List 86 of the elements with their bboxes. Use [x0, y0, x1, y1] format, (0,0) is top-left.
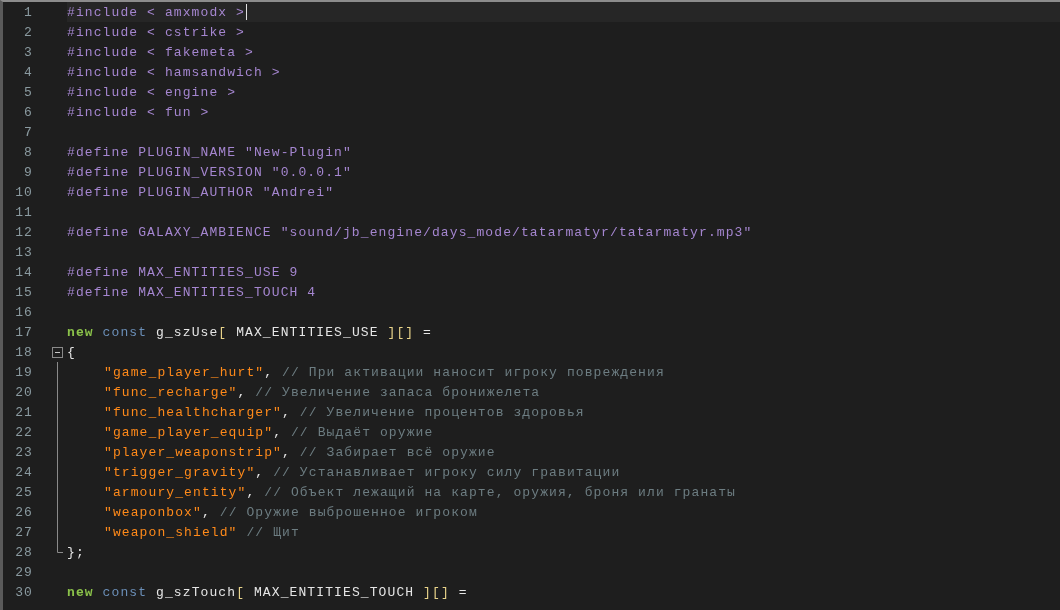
- preprocessor-directive: #define MAX_ENTITIES_TOUCH 4: [67, 284, 317, 300]
- bracket: ][]: [423, 584, 450, 600]
- line-number: 29: [14, 564, 33, 580]
- line-number: 18: [14, 344, 33, 360]
- code-comment: // Увеличение запаса бронижелета: [254, 384, 541, 400]
- line-number: 10: [14, 184, 33, 200]
- line-number: 1: [23, 4, 33, 20]
- punctuation: ,: [273, 424, 283, 440]
- identifier: =: [422, 324, 433, 340]
- line-number: 3: [23, 44, 33, 60]
- identifier: g_szUse: [155, 324, 219, 340]
- preprocessor-directive: #include < hamsandwich >: [67, 64, 281, 80]
- keyword: const: [101, 584, 148, 600]
- preprocessor-directive: #define GALAXY_AMBIENCE "sound/jb_engine/days_mode/tatarmatyr/tatarmatyr.mp3": [67, 224, 753, 240]
- code-comment: // Щит: [245, 524, 300, 540]
- line-number: 23: [14, 444, 33, 460]
- line-number: 28: [14, 544, 33, 560]
- punctuation: ,: [246, 484, 256, 500]
- line-number: 11: [14, 204, 33, 220]
- punctuation: ,: [237, 384, 247, 400]
- line-number: 5: [23, 84, 33, 100]
- line-number: 8: [23, 144, 33, 160]
- string-literal: "armoury_entity": [104, 484, 247, 500]
- code-comment: // Выдаёт оружие: [289, 424, 434, 440]
- preprocessor-directive: #include < fakemeta >: [67, 44, 254, 60]
- line-number: 2: [23, 24, 33, 40]
- line-number: 22: [14, 424, 33, 440]
- line-number: 13: [14, 244, 33, 260]
- line-number: 20: [14, 384, 33, 400]
- line-number: 15: [14, 284, 33, 300]
- line-number: 9: [23, 164, 33, 180]
- line-number: 12: [14, 224, 33, 240]
- string-literal: "trigger_gravity": [104, 464, 256, 480]
- line-number: 27: [14, 524, 33, 540]
- preprocessor-directive: #include < fun >: [67, 104, 210, 120]
- line-number: 6: [23, 104, 33, 120]
- code-comment: // Увеличение процентов здоровья: [298, 404, 585, 420]
- preprocessor-directive: #define PLUGIN_AUTHOR "Andrei": [67, 184, 335, 200]
- preprocessor-directive: #include < cstrike >: [67, 24, 246, 40]
- punctuation: ,: [282, 404, 291, 420]
- string-literal: "game_player_hurt": [104, 364, 265, 380]
- string-literal: "game_player_equip": [104, 424, 274, 440]
- string-literal: "player_weaponstrip": [104, 444, 283, 460]
- bracket: [: [236, 584, 246, 600]
- punctuation: {: [67, 344, 76, 360]
- identifier: =: [457, 584, 468, 600]
- preprocessor-directive: #define PLUGIN_VERSION "0.0.0.1": [67, 164, 352, 180]
- keyword: new: [67, 324, 94, 340]
- line-number: 25: [14, 484, 33, 500]
- preprocessor-directive: #include < amxmodx >: [67, 4, 246, 20]
- bracket: ][]: [387, 324, 415, 340]
- bracket: [: [218, 324, 228, 340]
- string-literal: "func_healthcharger": [104, 404, 283, 420]
- string-literal: "func_recharge": [104, 384, 238, 400]
- string-literal: "weapon_shield": [104, 524, 238, 540]
- code-comment: // Объект лежащий на карте, оружия, броня или гранаты: [263, 484, 736, 500]
- keyword: new: [67, 584, 94, 600]
- line-number: 21: [14, 404, 33, 420]
- punctuation: ,: [201, 504, 211, 520]
- code-comment: // Забирает всё оружие: [298, 444, 496, 460]
- identifier: MAX_ENTITIES_USE: [235, 324, 380, 340]
- line-number: 17: [14, 324, 33, 340]
- punctuation: ,: [255, 464, 265, 480]
- preprocessor-directive: #include < engine >: [67, 84, 237, 100]
- identifier: g_szTouch: [155, 584, 237, 600]
- line-number: 14: [14, 264, 33, 280]
- line-number: 4: [23, 64, 33, 80]
- line-number: 26: [14, 504, 33, 520]
- code-comment: // Устанавливает игроку силу гравитации: [272, 464, 621, 480]
- text-cursor: [246, 4, 248, 20]
- punctuation: ,: [264, 364, 274, 380]
- keyword: const: [101, 324, 148, 340]
- punctuation: ,: [282, 444, 291, 460]
- identifier: MAX_ENTITIES_TOUCH: [252, 584, 416, 600]
- line-number: 16: [14, 304, 33, 320]
- line-number: 24: [14, 464, 33, 480]
- code-comment: // Оружие выброшенное игроком: [218, 504, 478, 520]
- preprocessor-directive: #define MAX_ENTITIES_USE 9: [67, 264, 299, 280]
- punctuation: };: [67, 544, 85, 560]
- collapse-icon[interactable]: [52, 346, 63, 358]
- string-literal: "weaponbox": [104, 504, 202, 520]
- preprocessor-directive: #define PLUGIN_NAME "New-Plugin": [67, 144, 352, 160]
- line-number: 7: [23, 124, 33, 140]
- line-number: 19: [14, 364, 33, 380]
- code-comment: // При активации наносит игроку повреждения: [281, 364, 665, 380]
- line-number: 30: [14, 584, 33, 600]
